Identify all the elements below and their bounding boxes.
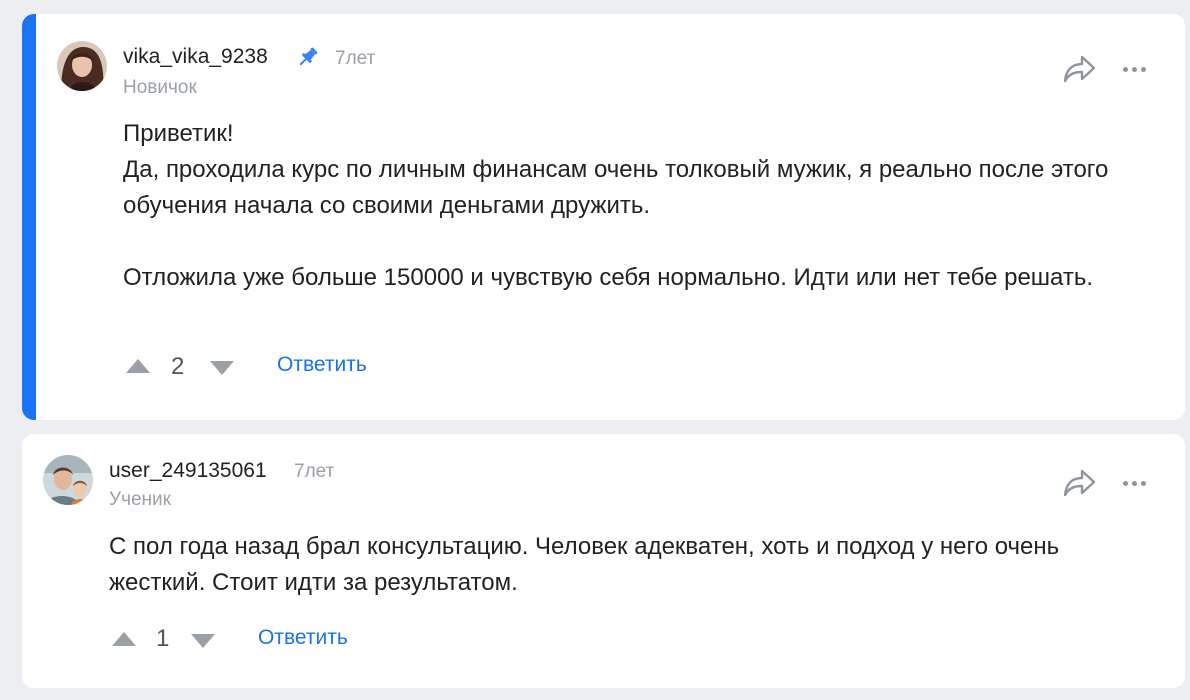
user-rank: Ученик [109,489,171,510]
comment-text: Приветик! Да, проходила курс по личным ф… [123,116,1143,296]
comment-paragraph: Отложила уже больше 150000 и чувствую се… [123,264,1094,291]
pin-icon [296,45,320,74]
post-age: 7лет [335,48,376,69]
share-icon[interactable] [1063,54,1097,89]
username[interactable]: user_249135061 [109,459,267,483]
vote-count: 1 [156,625,170,652]
downvote-button[interactable] [190,633,216,654]
username[interactable]: vika_vika_9238 [123,45,268,69]
avatar[interactable] [43,455,93,505]
more-options-icon[interactable] [1123,67,1146,72]
vote-count: 2 [171,353,185,380]
downvote-button[interactable] [209,360,235,381]
upvote-button[interactable] [111,631,137,652]
reply-button[interactable]: Ответить [277,353,367,377]
reply-button[interactable]: Ответить [258,626,348,650]
comment-card-1: vika_vika_9238 7лет Новичок Приветик! Да… [22,14,1185,420]
share-icon[interactable] [1063,468,1097,503]
best-answer-accent-bar [22,14,36,420]
comment-paragraph: Приветик! [123,120,234,147]
avatar[interactable] [57,41,107,91]
comment-paragraph: С пол года назад брал консультацию. Чело… [109,533,1060,596]
comment-paragraph: Да, проходила курс по личным финансам оч… [123,156,1109,219]
post-age: 7лет [294,461,335,482]
more-options-icon[interactable] [1123,481,1146,486]
comment-card-2: user_249135061 7лет Ученик С пол года на… [22,434,1185,688]
comment-text: С пол года назад брал консультацию. Чело… [109,529,1149,601]
upvote-button[interactable] [125,358,151,379]
user-rank: Новичок [123,77,197,98]
